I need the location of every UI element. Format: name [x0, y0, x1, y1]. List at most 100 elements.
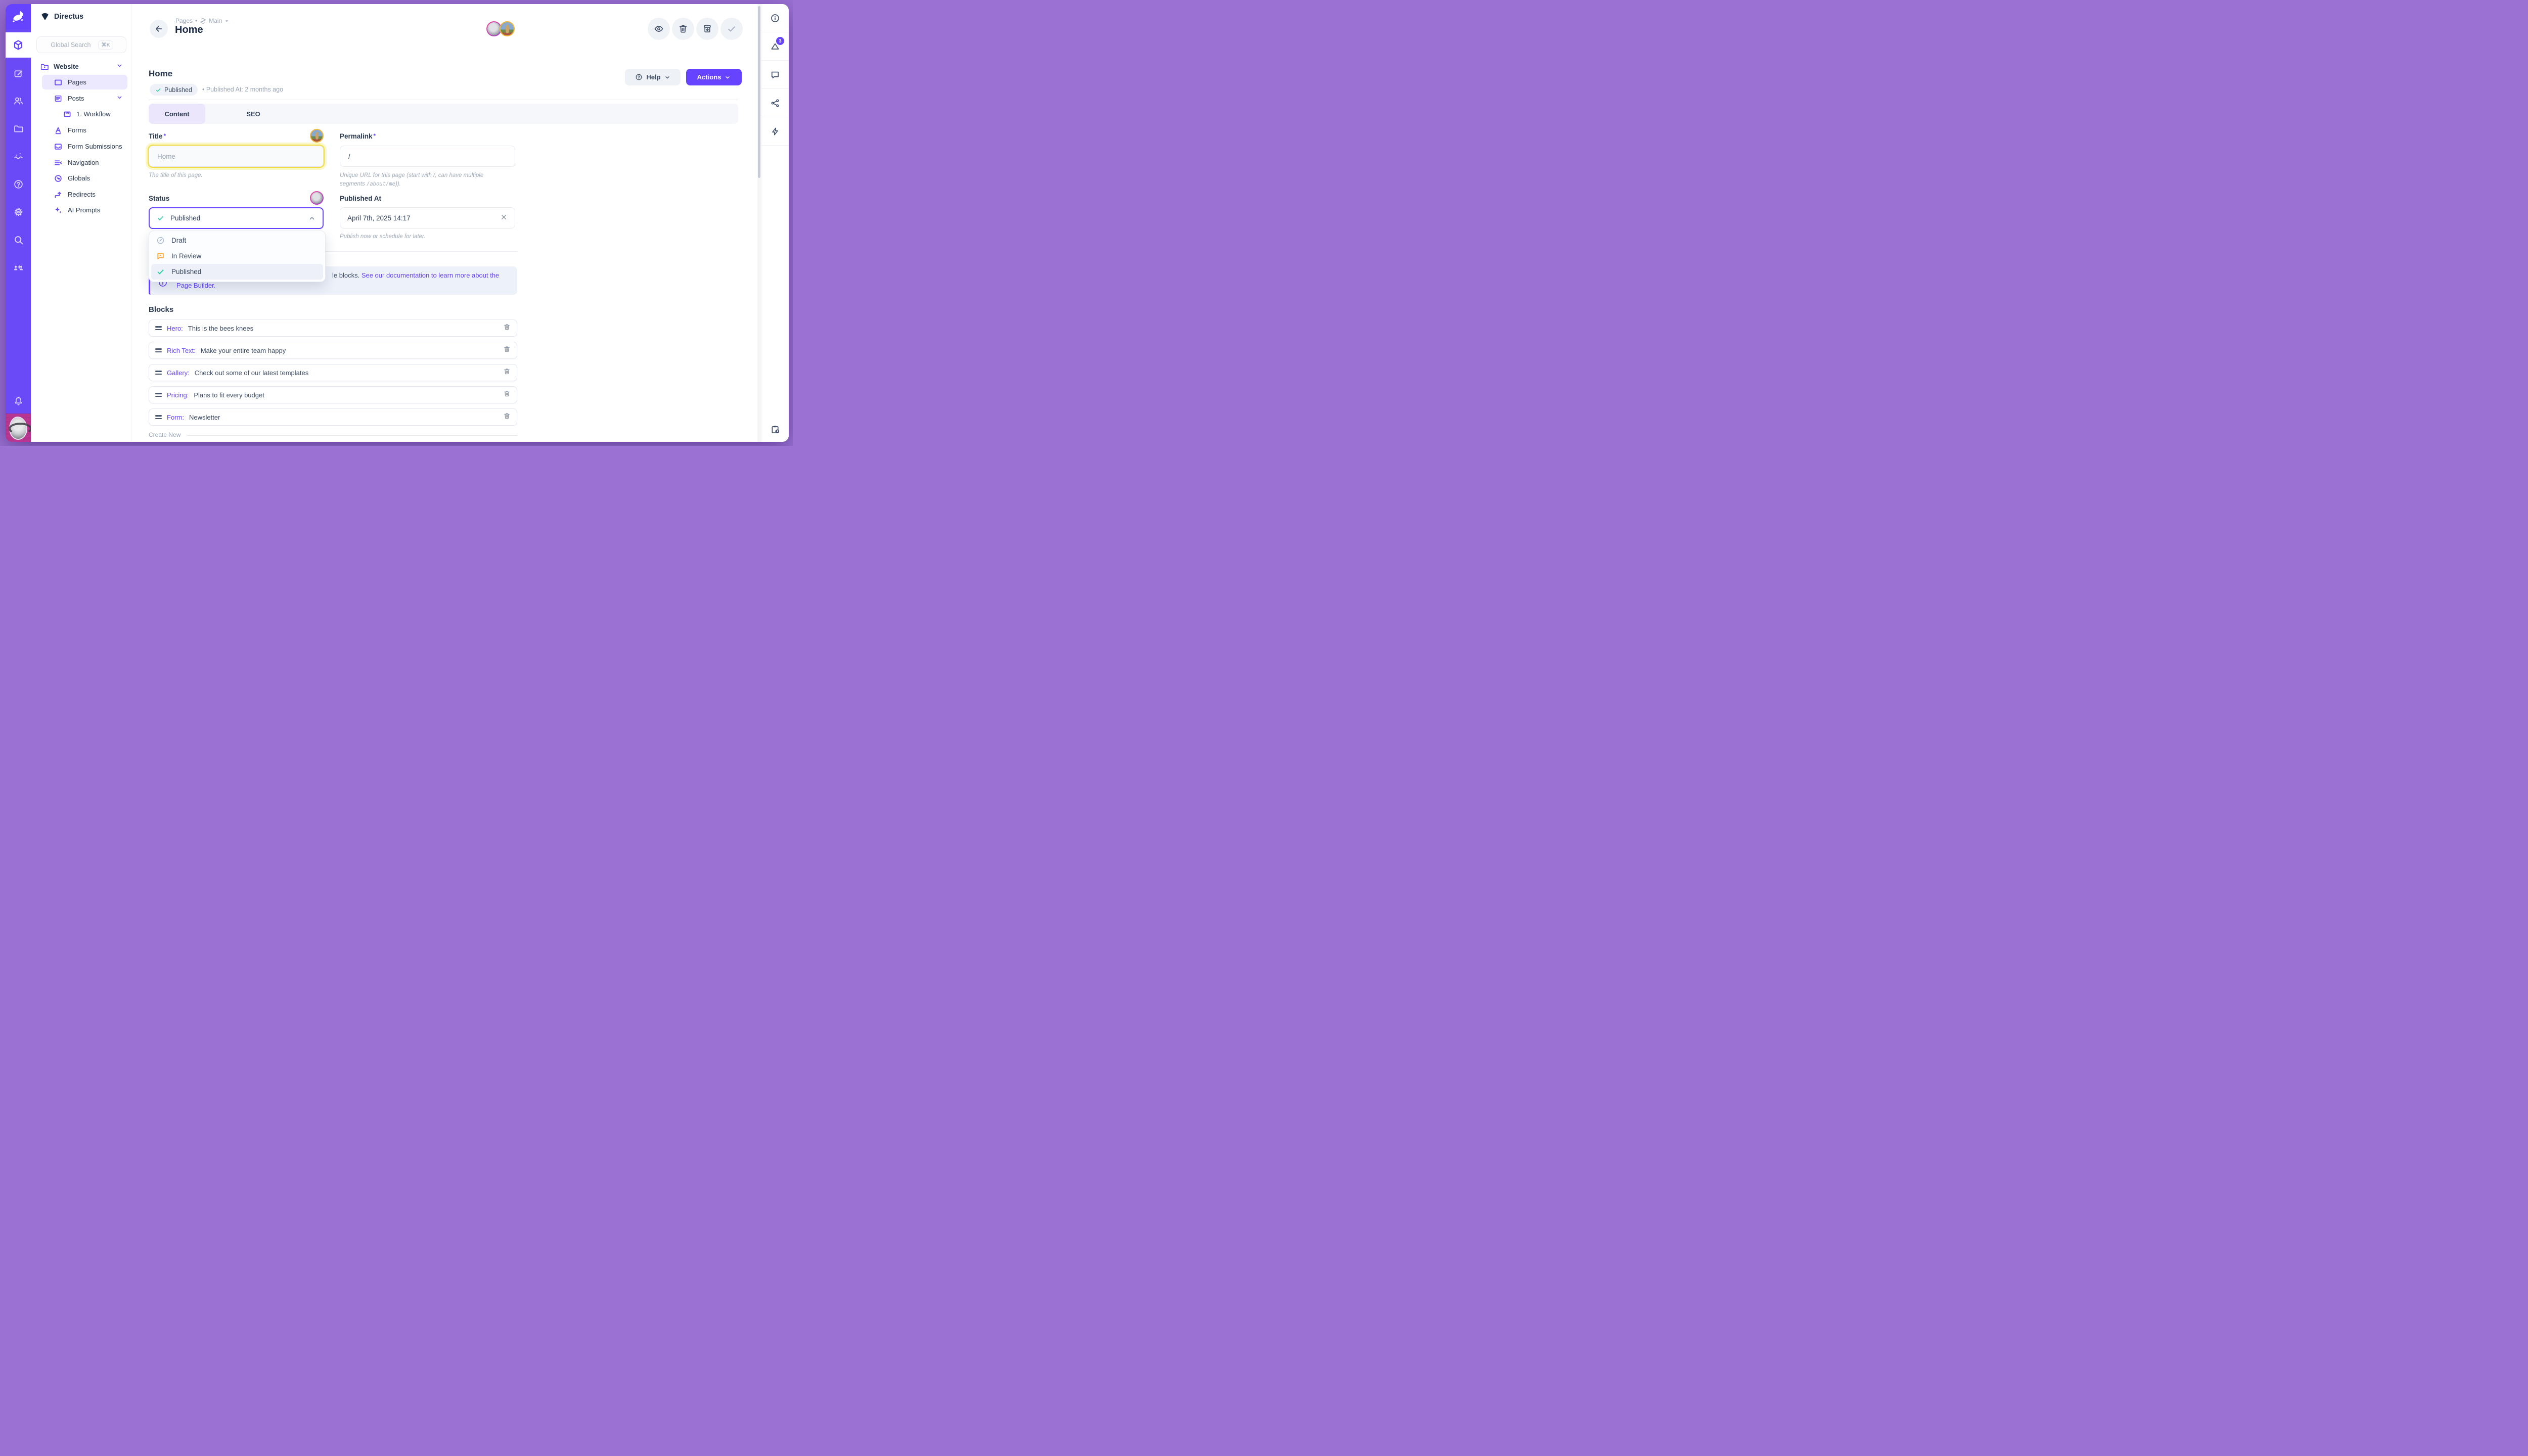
check-icon	[156, 267, 165, 276]
sidebar-item-label: Pages	[68, 78, 86, 86]
trash-icon	[678, 24, 688, 34]
block-text: Newsletter	[189, 414, 220, 421]
chevron-down-icon	[725, 74, 731, 80]
permalink-input[interactable]	[347, 152, 508, 161]
title-input[interactable]	[156, 152, 316, 161]
drag-handle-icon[interactable]	[155, 371, 162, 375]
drag-handle-icon[interactable]	[155, 326, 162, 330]
breadcrumb-version[interactable]: Main	[209, 17, 222, 24]
module-help[interactable]	[6, 175, 31, 193]
chevron-down-icon[interactable]	[116, 62, 123, 71]
tab-seo[interactable]: SEO	[222, 104, 284, 124]
sidebar-item-label: Form Submissions	[68, 143, 122, 150]
drag-handle-icon[interactable]	[155, 415, 162, 419]
sidebar-share-button[interactable]	[761, 89, 789, 117]
sidebar-flows-button[interactable]	[761, 117, 789, 146]
global-search-box[interactable]: ⌘K	[36, 36, 126, 53]
breadcrumb-separator: •	[195, 17, 197, 24]
sidebar-item-forms[interactable]: Forms	[31, 123, 131, 138]
field-editor-avatar[interactable]	[310, 129, 324, 143]
collaborator-avatar-2[interactable]	[500, 21, 515, 36]
sidebar-comments-button[interactable]	[761, 61, 789, 89]
sidebar-item-posts[interactable]: Posts	[31, 91, 131, 106]
article-icon	[54, 94, 63, 103]
sidebar-info-button[interactable]	[761, 4, 789, 32]
module-insights[interactable]	[6, 148, 31, 165]
chevron-down-icon	[664, 74, 670, 80]
clipboard-clock-icon	[770, 424, 781, 435]
sidebar-item-navigation[interactable]: Navigation	[31, 155, 131, 170]
gear-icon	[13, 207, 24, 217]
trash-icon[interactable]	[503, 412, 511, 422]
module-files[interactable]	[6, 120, 31, 137]
permalink-field[interactable]	[340, 146, 515, 167]
trash-icon[interactable]	[503, 368, 511, 378]
trash-icon[interactable]	[503, 390, 511, 400]
back-button[interactable]	[150, 20, 168, 38]
chevron-down-icon[interactable]	[116, 94, 123, 103]
module-users[interactable]	[6, 92, 31, 109]
help-button[interactable]: Help	[625, 69, 681, 85]
title-field-label: Title*	[149, 132, 166, 140]
actions-button[interactable]: Actions	[686, 69, 742, 85]
drag-handle-icon[interactable]	[155, 393, 162, 397]
sidebar-item-label: 1. Workflow	[76, 110, 111, 118]
current-user-avatar[interactable]	[6, 414, 31, 442]
kanban-icon	[63, 110, 72, 119]
status-option-published[interactable]: Published	[151, 264, 323, 280]
archive-button[interactable]	[696, 18, 718, 40]
status-select[interactable]: Published	[149, 207, 324, 229]
module-search[interactable]	[6, 231, 31, 248]
share-icon	[770, 98, 780, 108]
preview-button[interactable]	[648, 18, 670, 40]
create-new-label[interactable]: Create New	[149, 431, 180, 438]
breadcrumb-collection[interactable]: Pages	[175, 17, 193, 24]
tab-content[interactable]: Content	[149, 104, 205, 124]
title-field[interactable]	[149, 146, 324, 167]
block-row-pricing[interactable]: Pricing: Plans to fit every budget	[149, 386, 517, 403]
clear-icon[interactable]	[500, 213, 508, 222]
scrollbar-track[interactable]	[757, 4, 761, 442]
sidebar-revisions-button[interactable]: 3	[761, 32, 789, 61]
published-at-field[interactable]: April 7th, 2025 14:17	[340, 207, 515, 229]
status-option-draft[interactable]: Draft	[151, 233, 323, 248]
module-settings[interactable]	[6, 203, 31, 220]
module-editor[interactable]	[6, 65, 31, 82]
project-brand[interactable]: Directus	[40, 12, 83, 21]
scrollbar-thumb[interactable]	[758, 6, 760, 178]
title-help-text: The title of this page.	[149, 171, 203, 180]
sidebar-item-label: Forms	[68, 126, 86, 134]
sidebar-item-website[interactable]: Website	[31, 59, 131, 74]
navigation-panel: Directus ⌘K Website Pages Posts 1. Workf…	[31, 4, 131, 442]
trash-icon[interactable]	[503, 323, 511, 333]
global-search-input[interactable]	[50, 41, 94, 49]
sidebar-item-workflow[interactable]: 1. Workflow	[31, 107, 131, 121]
block-row-hero[interactable]: Hero: This is the bees knees	[149, 320, 517, 337]
sidebar-item-redirects[interactable]: Redirects	[31, 187, 131, 202]
sidebar-item-pages[interactable]: Pages	[31, 75, 131, 89]
block-row-gallery[interactable]: Gallery: Check out some of our latest te…	[149, 364, 517, 381]
sidebar-item-ai-prompts[interactable]: AI Prompts	[31, 203, 131, 217]
drag-handle-icon[interactable]	[155, 348, 162, 352]
module-presence[interactable]	[6, 259, 31, 276]
trash-icon[interactable]	[503, 345, 511, 355]
sidebar-pending-tasks-button[interactable]	[761, 424, 789, 435]
breadcrumb[interactable]: Pages • Main	[175, 17, 229, 24]
save-button[interactable]	[720, 18, 743, 40]
module-content-active[interactable]	[6, 32, 31, 58]
delete-button[interactable]	[672, 18, 694, 40]
option-label: Draft	[171, 237, 186, 244]
block-text: This is the bees knees	[188, 325, 253, 332]
sidebar-item-globals[interactable]: Globals	[31, 171, 131, 186]
block-row-form[interactable]: Form: Newsletter	[149, 408, 517, 426]
block-text: Check out some of our latest templates	[195, 369, 308, 377]
directus-logo-tile[interactable]	[6, 4, 31, 29]
users-icon	[13, 96, 24, 106]
field-editor-avatar[interactable]	[310, 191, 324, 205]
help-button-label: Help	[646, 73, 660, 81]
status-option-in-review[interactable]: In Review	[151, 248, 323, 264]
sidebar-item-form-submissions[interactable]: Form Submissions	[31, 139, 131, 154]
block-row-rich-text[interactable]: Rich Text: Make your entire team happy	[149, 342, 517, 359]
notifications-bell[interactable]	[6, 392, 31, 410]
permalink-field-label: Permalink*	[340, 132, 376, 140]
